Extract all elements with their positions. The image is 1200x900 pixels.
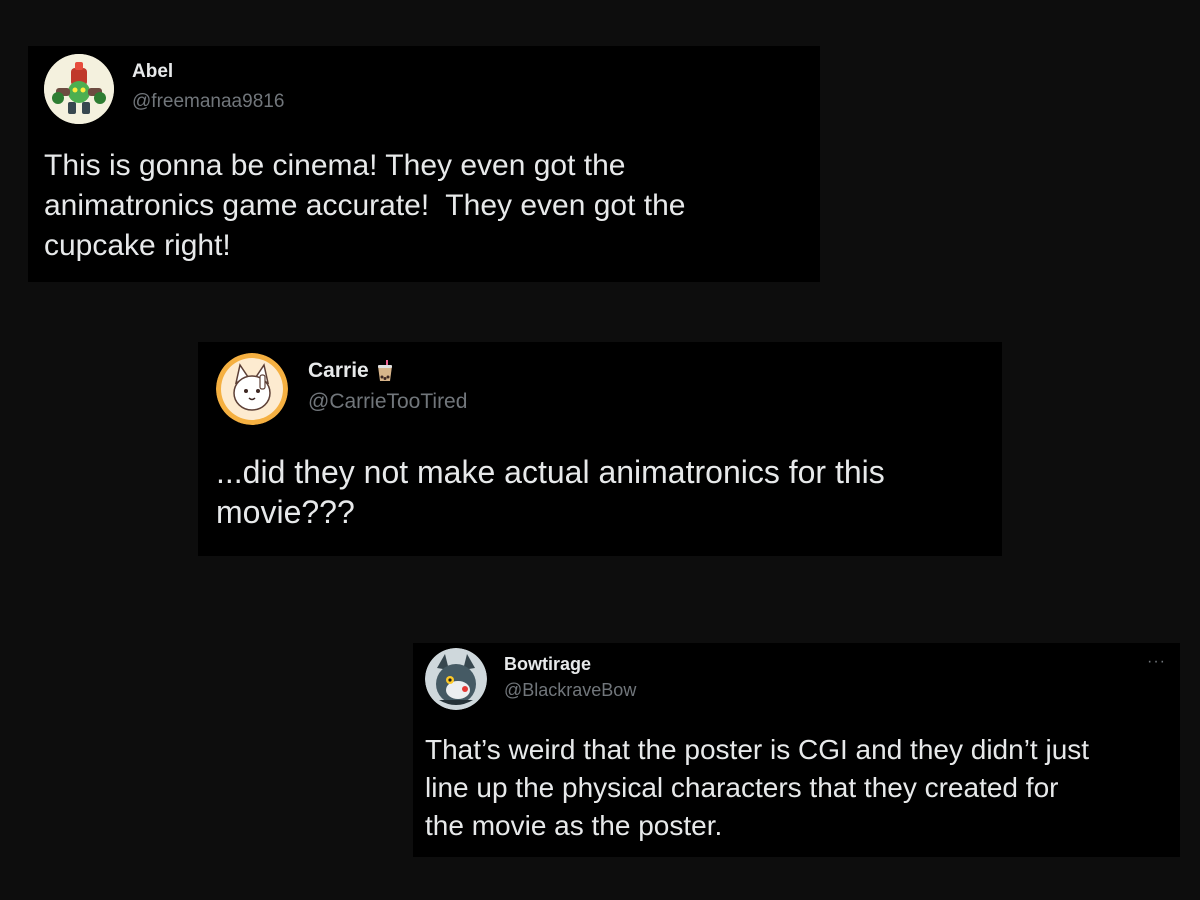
- display-name[interactable]: Abel: [132, 61, 173, 83]
- tweet-card-carrie[interactable]: Carrie @CarrieTooTired ...did they not m…: [198, 342, 1002, 556]
- bubble-tea-icon: [375, 360, 395, 382]
- dark-creature-avatar-icon: [425, 648, 487, 710]
- avatar[interactable]: [44, 54, 114, 124]
- tweet-card-abel[interactable]: Abel @freemanaa9816 This is gonna be cin…: [28, 46, 820, 282]
- green-robot-avatar-icon: [44, 54, 114, 124]
- user-handle[interactable]: @BlackraveBow: [504, 680, 636, 701]
- avatar[interactable]: [216, 353, 288, 425]
- tweet-card-bowtirage[interactable]: Bowtirage @BlackraveBow ··· That’s weird…: [413, 643, 1180, 857]
- name-row: Bowtirage: [504, 654, 591, 675]
- display-name[interactable]: Bowtirage: [504, 654, 591, 675]
- avatar[interactable]: [425, 648, 487, 710]
- tweet-text: ...did they not make actual animatronics…: [216, 454, 885, 530]
- more-options-icon[interactable]: ···: [1147, 653, 1166, 671]
- user-handle[interactable]: @freemanaa9816: [132, 91, 284, 113]
- tweet-text: That’s weird that the poster is CGI and …: [425, 734, 1090, 841]
- display-name[interactable]: Carrie: [308, 359, 369, 383]
- user-handle[interactable]: @CarrieTooTired: [308, 390, 467, 414]
- name-row: Abel: [132, 61, 173, 83]
- tweet-text: This is gonna be cinema! They even got t…: [44, 149, 686, 262]
- name-row: Carrie: [308, 359, 395, 383]
- cartoon-cat-avatar-icon: [216, 353, 288, 425]
